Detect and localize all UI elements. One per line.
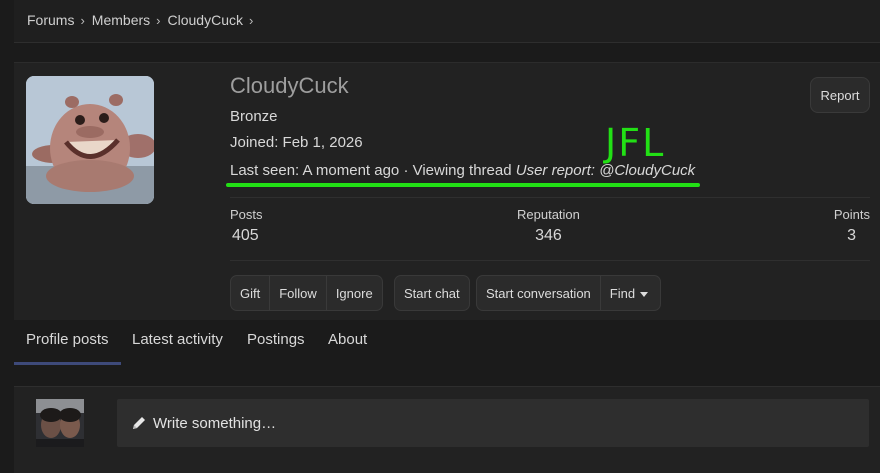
start-chat-button[interactable]: Start chat [395, 276, 469, 310]
stat-posts[interactable]: Posts 405 [230, 207, 263, 245]
chevron-right-icon: › [80, 12, 85, 28]
divider [230, 260, 870, 261]
pencil-icon [133, 417, 145, 429]
stat-points[interactable]: Points 3 [834, 207, 870, 245]
write-something-input[interactable]: Write something… [117, 399, 869, 447]
user-rank: Bronze [230, 108, 278, 125]
current-user-avatar[interactable] [36, 399, 84, 447]
composer-placeholder: Write something… [153, 414, 277, 432]
follow-button[interactable]: Follow [270, 276, 327, 310]
profile-post-composer: Write something… [14, 386, 880, 473]
breadcrumb-bar: Forums › Members › CloudyCuck › [14, 0, 880, 43]
annotation-text: JFL [605, 121, 666, 165]
divider [230, 197, 870, 198]
chevron-right-icon: › [156, 12, 161, 28]
stat-value: 346 [535, 227, 562, 244]
conversation-group: Start conversation Find [476, 275, 662, 311]
breadcrumb-members[interactable]: Members [92, 12, 150, 28]
user-actions-group: Gift Follow Ignore [230, 275, 383, 311]
stat-reputation[interactable]: Reputation 346 [517, 207, 580, 245]
tab-latest-activity[interactable]: Latest activity [132, 331, 223, 348]
find-dropdown[interactable]: Find [601, 276, 660, 310]
profile-avatar[interactable] [26, 76, 154, 204]
caret-down-icon [640, 291, 649, 297]
profile-tabs: Profile posts Latest activity Postings A… [14, 320, 880, 365]
profile-card: CloudyCuck Bronze Joined: Feb 1, 2026 La… [14, 62, 880, 321]
last-seen-text: Last seen: A moment ago · Viewing thread [230, 162, 516, 179]
ignore-button[interactable]: Ignore [327, 276, 382, 310]
chevron-right-icon: › [248, 12, 254, 28]
breadcrumb: Forums › Members › CloudyCuck › [27, 12, 260, 28]
chat-group: Start chat [394, 275, 470, 311]
tab-profile-posts[interactable]: Profile posts [14, 331, 121, 365]
profile-username: CloudyCuck [230, 73, 349, 98]
start-conversation-button[interactable]: Start conversation [477, 276, 601, 310]
tab-postings[interactable]: Postings [247, 331, 305, 348]
stat-value: 3 [847, 227, 856, 244]
gift-button[interactable]: Gift [231, 276, 271, 310]
stat-label: Posts [230, 207, 263, 222]
breadcrumb-forums[interactable]: Forums [27, 12, 74, 28]
tab-about[interactable]: About [328, 331, 367, 348]
find-label: Find [609, 285, 636, 301]
joined-date: Joined: Feb 1, 2026 [230, 134, 363, 151]
stat-label: Reputation [517, 207, 580, 222]
report-button[interactable]: Report [810, 77, 870, 113]
stat-value: 405 [232, 227, 259, 244]
annotation-underline [226, 183, 700, 187]
breadcrumb-user[interactable]: CloudyCuck [168, 12, 243, 28]
stat-label: Points [833, 207, 870, 222]
